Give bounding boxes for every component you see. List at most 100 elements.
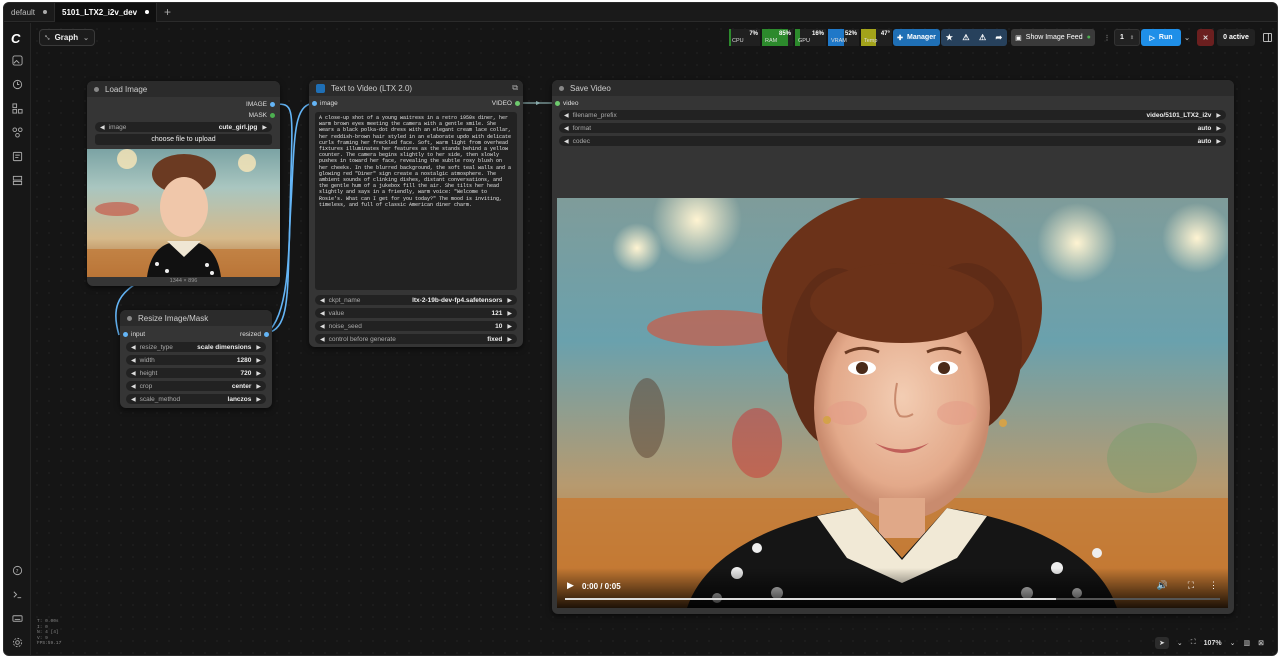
widget-label: filename_prefix [572, 111, 617, 119]
widget-label: codec [572, 137, 590, 145]
resize-widget[interactable]: ◀ crop center ▶ [126, 381, 266, 391]
terminal-icon[interactable] [10, 587, 24, 601]
widget-value: 121 [491, 309, 503, 317]
save-widget[interactable]: ◀ format auto ▶ [559, 123, 1226, 133]
pointer-tool-icon[interactable]: ➤ [1155, 637, 1169, 649]
arrow-right-icon[interactable]: ▶ [256, 396, 261, 403]
arrow-left-icon[interactable]: ◀ [564, 112, 569, 119]
t2v-widget[interactable]: ◀ noise_seed 10 ▶ [315, 321, 517, 331]
widget-value: fixed [487, 335, 503, 343]
input-video-slot[interactable]: video [555, 100, 579, 107]
more-options-icon[interactable]: ⋮ [1209, 580, 1218, 591]
arrow-left-icon[interactable]: ◀ [131, 396, 136, 403]
workflows-icon[interactable] [10, 149, 24, 163]
arrow-right-icon[interactable]: ▶ [507, 323, 512, 330]
widget-value: center [231, 382, 252, 390]
widget-label: value [328, 309, 345, 317]
link-visibility-icon[interactable]: ⊠ [1258, 639, 1264, 647]
tab-workflow[interactable]: 5101_LTX2_i2v_dev [55, 3, 158, 22]
arrow-right-icon[interactable]: ▶ [1216, 112, 1221, 119]
arrow-right-icon[interactable]: ▶ [507, 310, 512, 317]
input-image-slot[interactable]: image [312, 100, 338, 107]
tab-bar: default 5101_LTX2_i2v_dev + [4, 3, 1277, 22]
image-dimensions: 1344 × 896 [169, 278, 198, 284]
prompt-textarea[interactable]: A close-up shot of a young waitress in a… [315, 112, 517, 290]
video-controls: ▶ 0:00 / 0:05 🔊 ⛶ ⋮ [557, 568, 1228, 608]
save-video-node[interactable]: Save Video video ◀ filename_prefix video/5… [552, 80, 1234, 614]
arrow-left-icon[interactable]: ◀ [320, 297, 325, 304]
expand-icon[interactable]: ⧉ [512, 83, 518, 93]
load-image-node[interactable]: Load Image IMAGE MASK ◀ image cute_girl.j… [87, 81, 280, 286]
image-gallery-icon[interactable] [10, 53, 24, 67]
node-header[interactable]: Save Video [552, 80, 1234, 96]
resize-widget[interactable]: ◀ height 720 ▶ [126, 368, 266, 378]
video-progress-track[interactable] [565, 598, 1220, 600]
graph-canvas[interactable]: Graph ⌄ 7% CPU 85% RAM 16% GPU 52% VRAM 47° T… [31, 23, 1277, 655]
arrow-right-icon[interactable]: ▶ [1216, 138, 1221, 145]
zoom-level[interactable]: 107% [1204, 640, 1222, 647]
tab-default[interactable]: default [4, 3, 56, 22]
save-widget[interactable]: ◀ filename_prefix video/5101_LTX2_i2v ▶ [559, 110, 1226, 120]
resize-image-node[interactable]: Resize Image/Mask input resized ◀ resize_… [120, 310, 272, 408]
new-tab-plus-icon[interactable]: + [157, 5, 178, 19]
slot-label: resized [240, 331, 261, 338]
arrow-right-icon[interactable]: ▶ [507, 297, 512, 304]
help-icon[interactable]: ? [10, 563, 24, 577]
text-to-video-node[interactable]: Text to Video (LTX 2.0) ⧉ image VIDEO A … [309, 80, 523, 347]
arrow-right-icon[interactable]: ▶ [256, 357, 261, 364]
node-library-icon[interactable] [10, 101, 24, 115]
arrow-left-icon[interactable]: ◀ [131, 370, 136, 377]
output-image-slot[interactable]: IMAGE [246, 101, 275, 108]
settings-gear-icon[interactable] [10, 635, 24, 649]
arrow-right-icon[interactable]: ▶ [1216, 125, 1221, 132]
fullscreen-icon[interactable]: ⛶ [1188, 580, 1194, 591]
keyboard-icon[interactable] [10, 611, 24, 625]
save-widget[interactable]: ◀ codec auto ▶ [559, 136, 1226, 146]
t2v-widget[interactable]: ◀ ckpt_name ltx-2-19b-dev-fp4.safetensors ▶ [315, 295, 517, 305]
input-slot[interactable]: input [123, 331, 145, 338]
video-player[interactable]: ▶ 0:00 / 0:05 🔊 ⛶ ⋮ [557, 198, 1228, 608]
fit-view-icon[interactable]: ⛶ [1191, 639, 1196, 647]
slot-label: input [131, 331, 146, 338]
chevron-down-icon[interactable]: ⌄ [1177, 639, 1183, 647]
slot-label: image [320, 100, 338, 107]
node-header[interactable]: Resize Image/Mask [120, 310, 272, 326]
templates-icon[interactable] [10, 173, 24, 187]
t2v-widget[interactable]: ◀ control before generate fixed ▶ [315, 334, 517, 344]
volume-icon[interactable]: 🔊 [1157, 580, 1168, 591]
resize-widget[interactable]: ◀ scale_method lanczos ▶ [126, 394, 266, 404]
resize-widget[interactable]: ◀ width 1280 ▶ [126, 355, 266, 365]
minimap-icon[interactable]: ▥ [1243, 639, 1250, 647]
comfy-logo-icon[interactable]: C [11, 31, 25, 46]
arrow-left-icon[interactable]: ◀ [131, 344, 136, 351]
arrow-right-icon[interactable]: ▶ [256, 383, 261, 390]
slot-dot-icon [515, 101, 520, 106]
arrow-left-icon[interactable]: ◀ [564, 138, 569, 145]
arrow-right-icon[interactable]: ▶ [256, 370, 261, 377]
node-header[interactable]: Text to Video (LTX 2.0) ⧉ [309, 80, 523, 96]
output-video-slot[interactable]: VIDEO [492, 100, 520, 107]
arrow-left-icon[interactable]: ◀ [131, 383, 136, 390]
node-header[interactable]: Load Image [87, 81, 280, 97]
history-icon[interactable] [10, 77, 24, 91]
image-combo-widget[interactable]: ◀ image cute_girl.jpg ▶ [95, 122, 272, 132]
model-library-icon[interactable] [10, 125, 24, 139]
upload-button[interactable]: choose file to upload [95, 134, 272, 145]
stat-line: FPS:59.17 [37, 641, 62, 646]
output-mask-slot[interactable]: MASK [249, 112, 275, 119]
play-icon[interactable]: ▶ [567, 580, 574, 591]
chevron-down-icon[interactable]: ⌄ [1230, 639, 1236, 647]
output-slot[interactable]: resized [240, 331, 269, 338]
widget-value: 10 [495, 322, 503, 330]
arrow-left-icon[interactable]: ◀ [320, 323, 325, 330]
resize-widget[interactable]: ◀ resize_type scale dimensions ▶ [126, 342, 266, 352]
arrow-right-icon[interactable]: ▶ [507, 336, 512, 343]
t2v-widget[interactable]: ◀ value 121 ▶ [315, 308, 517, 318]
arrow-left-icon[interactable]: ◀ [131, 357, 136, 364]
stat-line: T: 0.00s [37, 619, 59, 624]
widget-label: scale_method [139, 395, 181, 403]
arrow-left-icon[interactable]: ◀ [320, 336, 325, 343]
arrow-left-icon[interactable]: ◀ [320, 310, 325, 317]
arrow-right-icon[interactable]: ▶ [256, 344, 261, 351]
arrow-left-icon[interactable]: ◀ [564, 125, 569, 132]
